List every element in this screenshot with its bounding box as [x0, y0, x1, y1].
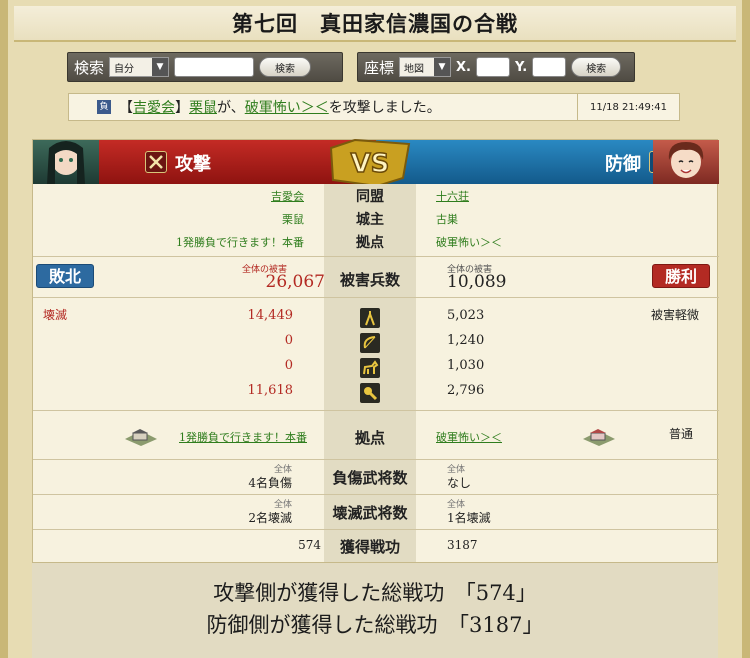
vs-header: 攻撃 防御 VS [33, 138, 719, 188]
vs-text: VS [351, 149, 390, 179]
base-row-label: 拠点 [354, 429, 385, 447]
destroyed-label: 壊滅武将数 [332, 504, 408, 522]
attacker-alliance-link[interactable]: 吉愛会 [271, 188, 304, 204]
attacker-total-damage: 26,067 [265, 272, 325, 292]
defender-base: 破軍怖い＞＜ [436, 236, 502, 249]
attacker-link[interactable]: 栗鼠 [189, 97, 217, 117]
base-defender-link[interactable]: 破軍怖い＞＜ [436, 429, 502, 445]
cavalry-icon [360, 358, 380, 378]
x-coordinate-input[interactable] [475, 57, 510, 77]
alliance-row: 吉愛会 同盟 十六荘 [33, 188, 719, 208]
defender-base-icon [583, 429, 615, 446]
defeat-result-badge: 敗北 [36, 264, 94, 288]
map-select-value: 地図 [404, 63, 425, 75]
victory-result-badge: 勝利 [652, 264, 710, 288]
bracket-close: 】 [175, 100, 189, 116]
siege-defender-loss: 2,796 [447, 383, 485, 398]
coordinate-search-button[interactable]: 検索 [571, 57, 622, 77]
attack-merit-summary: 攻撃側が獲得した総戦功 「574」 [32, 577, 718, 609]
defense-label: 防御 [605, 154, 641, 175]
battle-log-entry: 負 【 吉愛会 】 栗鼠 が、 破軍怖い＞＜ を攻撃しました。 11/18 21… [68, 93, 680, 121]
defender-base-status: 普通 [668, 427, 693, 441]
defense-merit-value: 「3187」 [458, 613, 544, 637]
chevron-down-icon: ▼ [152, 58, 169, 76]
attacker-status: 壊滅 [43, 308, 68, 322]
merit-defender: 3187 [447, 538, 478, 552]
attack-label: 攻撃 [175, 154, 211, 175]
siege-icon [360, 383, 380, 403]
archer-defender-loss: 1,240 [447, 333, 485, 348]
base-label: 拠点 [356, 235, 384, 251]
defender-alliance-link[interactable]: 十六荘 [436, 188, 469, 204]
lord-label: 城主 [356, 212, 384, 228]
base-info-row: 1発勝負で行きます！本番 拠点 破軍怖い＞＜ [33, 234, 719, 254]
attacker-avatar [33, 140, 99, 184]
defender-avatar [653, 140, 719, 184]
crossed-swords-icon [145, 151, 167, 173]
bracket-open: 【 [119, 100, 133, 116]
lord-row: 栗鼠 城主 古巣 [33, 211, 719, 231]
x-label: X. [456, 59, 471, 75]
merit-label: 獲得戦功 [339, 538, 400, 556]
defense-merit-text: 防御側が獲得した総戦功 [206, 613, 438, 637]
target-link[interactable]: 破軍怖い＞＜ [245, 97, 329, 117]
spearman-defender-loss: 5,023 [447, 308, 485, 323]
attack-merit-text: 攻撃側が獲得した総戦功 [213, 581, 445, 605]
spearman-attacker-loss: 14,449 [247, 308, 294, 323]
defense-merit-summary: 防御側が獲得した総戦功 「3187」 [32, 609, 718, 641]
search-select[interactable]: 自分 ▼ [109, 57, 170, 77]
archer-icon [360, 333, 380, 353]
log-timestamp: 11/18 21:49:41 [577, 94, 679, 120]
search-select-value: 自分 [114, 63, 135, 75]
attacker-base: 1発勝負で行きます！本番 [176, 236, 304, 249]
injured-label: 負傷武将数 [332, 469, 408, 487]
log-text-mid: が、 [217, 100, 245, 116]
search-input[interactable] [174, 57, 255, 77]
vs-logo: VS [329, 138, 411, 188]
search-bar: 検索 自分 ▼ 検索 [67, 52, 343, 82]
search-label: 検索 [74, 58, 105, 77]
map-select[interactable]: 地図 ▼ [399, 57, 452, 77]
alliance-link[interactable]: 吉愛会 [133, 97, 175, 117]
defender-total-damage: 10,089 [447, 272, 507, 292]
damage-label: 被害兵数 [339, 271, 400, 289]
injured-defender: なし [447, 476, 472, 490]
defender-status: 被害軽微 [650, 308, 699, 322]
chevron-down-icon: ▼ [434, 58, 451, 76]
attack-merit-value: 「574」 [465, 581, 537, 605]
coordinate-bar: 座標 地図 ▼ X. Y. 検索 [357, 52, 635, 82]
log-text-tail: を攻撃しました。 [328, 100, 441, 116]
defense-banner: 防御 [376, 140, 719, 184]
page-title: 第七回 真田家信濃国の合戦 [14, 6, 736, 42]
coordinate-label: 座標 [364, 58, 395, 77]
cavalry-attacker-loss: 0 [284, 358, 293, 373]
siege-attacker-loss: 11,618 [247, 383, 294, 398]
y-coordinate-input[interactable] [532, 57, 567, 77]
destroyed-attacker: 2名壊滅 [248, 511, 292, 525]
cavalry-defender-loss: 1,030 [447, 358, 485, 373]
merit-summary: 攻撃側が獲得した総戦功 「574」 防御側が獲得した総戦功 「3187」 [32, 562, 718, 658]
attacker-lord: 栗鼠 [282, 213, 304, 226]
search-button[interactable]: 検索 [259, 57, 312, 77]
merit-attacker: 574 [298, 538, 321, 552]
injured-attacker: 4名負傷 [248, 476, 292, 490]
alliance-label: 同盟 [356, 189, 384, 205]
defender-lord: 古巣 [436, 213, 458, 226]
defeat-badge: 負 [97, 100, 111, 114]
base-attacker-link[interactable]: 1発勝負で行きます！本番 [179, 429, 307, 445]
y-label: Y. [514, 59, 528, 75]
attacker-base-icon [125, 429, 157, 446]
archer-attacker-loss: 0 [284, 333, 293, 348]
spearman-icon [360, 308, 380, 328]
destroyed-defender: 1名壊滅 [447, 511, 491, 525]
